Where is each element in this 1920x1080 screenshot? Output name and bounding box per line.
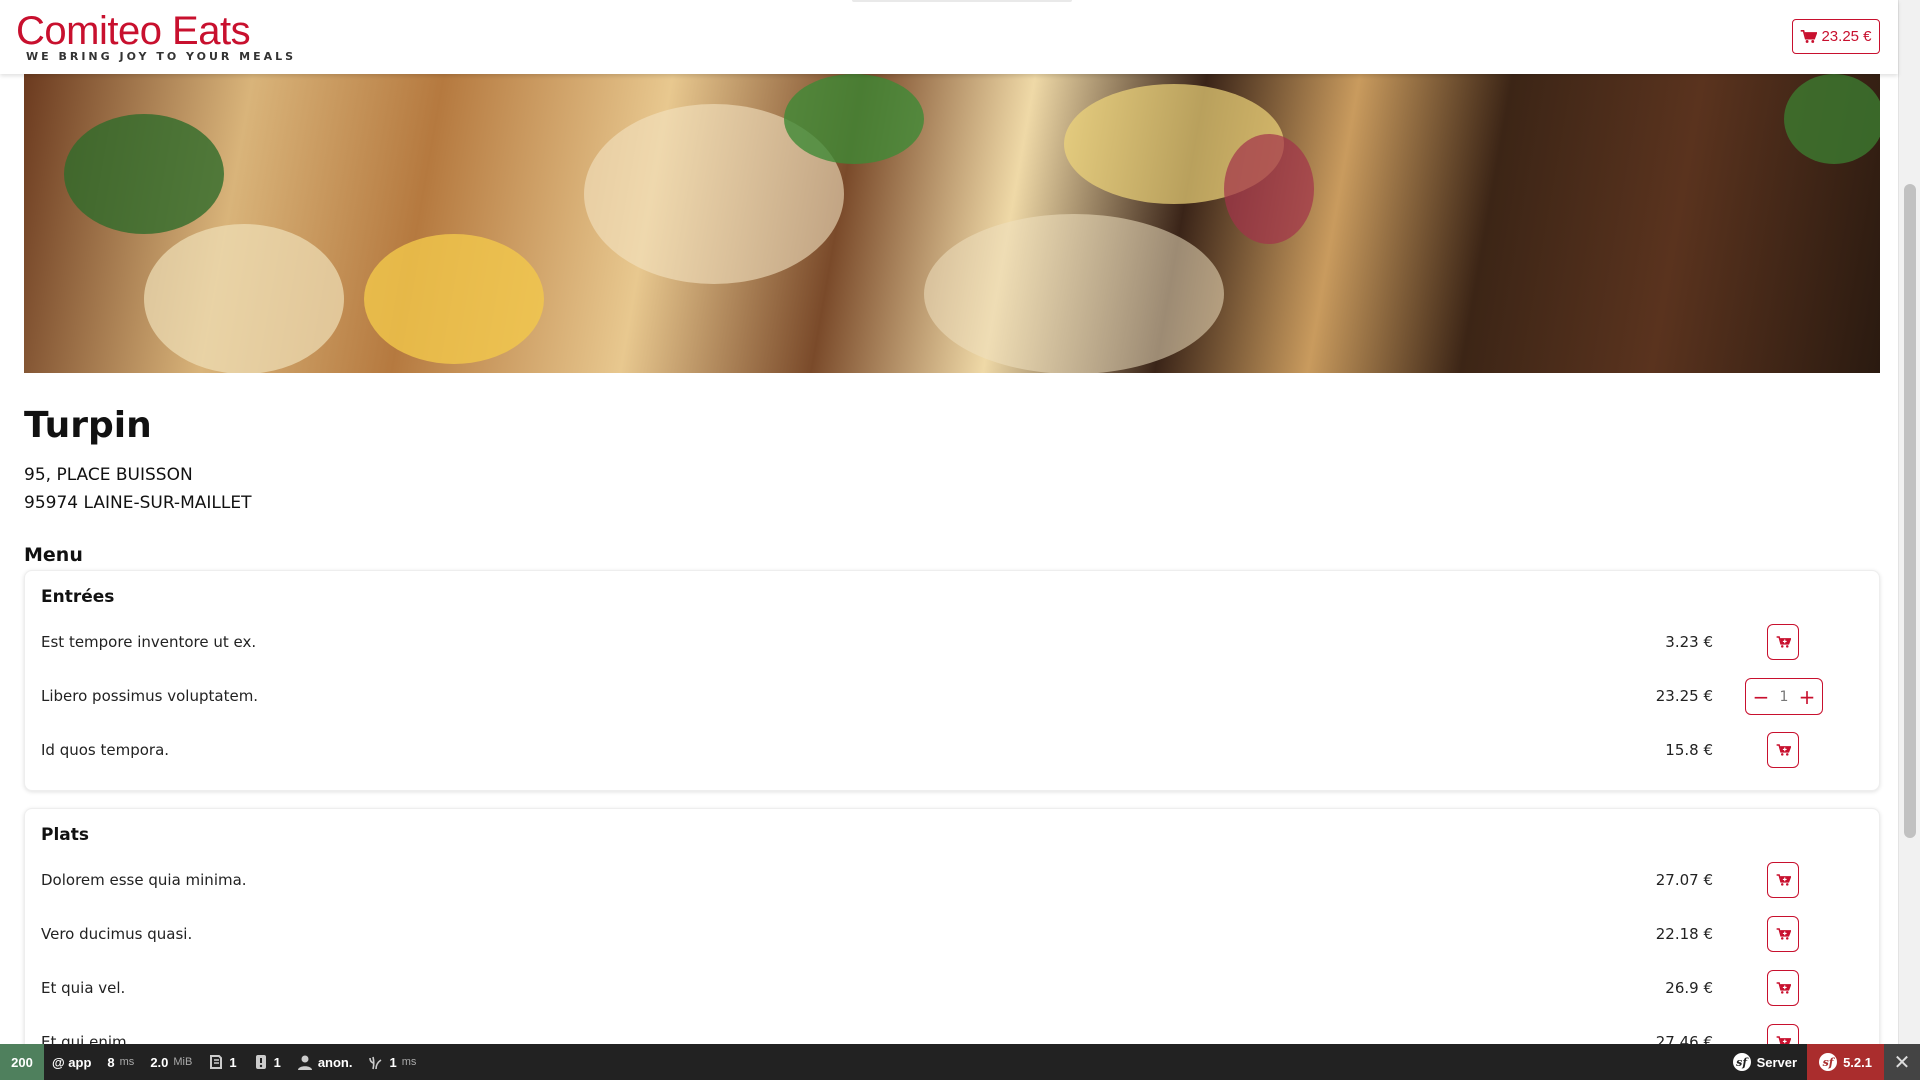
cart-add-icon: [1776, 636, 1791, 648]
symfony-logo-icon: sf: [1819, 1053, 1838, 1071]
events-item[interactable]: 1: [200, 1044, 244, 1080]
increase-quantity-button[interactable]: +: [1798, 687, 1816, 707]
menu-item-row: Dolorem esse quia minima. 27.07 €: [25, 859, 1881, 903]
twig-time-value: 1: [389, 1054, 397, 1070]
menu-item-price: 3.23 €: [1665, 633, 1713, 651]
events-icon: [210, 1055, 223, 1069]
cart-add-icon: [1776, 744, 1791, 756]
memory-item[interactable]: 2.0 MiB: [142, 1044, 200, 1080]
restaurant-address-line1: 95, PLACE BUISSON: [24, 465, 193, 485]
add-to-cart-button[interactable]: [1767, 916, 1799, 952]
menu-item-row: Vero ducimus quasi. 22.18 €: [25, 913, 1881, 957]
close-icon: ✕: [1893, 1051, 1911, 1074]
twig-item[interactable]: 1 ms: [360, 1044, 424, 1080]
brand-logo[interactable]: Comiteo Eats WE BRING JOY TO YOUR MEALS: [16, 10, 296, 63]
menu-item-price: 23.25 €: [1655, 687, 1713, 705]
debug-toolbar: 200 @ app 8 ms 2.0 MiB 1 1 anon. 1 ms sf…: [0, 1044, 1920, 1080]
request-time-value: 8: [107, 1054, 115, 1070]
menu-item-row: Est tempore inventore ut ex. 3.23 €: [25, 621, 1881, 665]
cart-icon: [1801, 29, 1818, 43]
menu-item-price: 15.8 €: [1665, 741, 1713, 759]
status-code-badge[interactable]: 200: [0, 1044, 44, 1080]
restaurant-name: Turpin: [24, 405, 152, 446]
quantity-stepper: − 1 +: [1745, 678, 1823, 715]
user-item[interactable]: anon.: [289, 1044, 361, 1080]
menu-item-name: Dolorem esse quia minima.: [41, 871, 247, 889]
add-to-cart-button[interactable]: [1767, 970, 1799, 1006]
cart-add-icon: [1776, 982, 1791, 994]
cart-add-icon: [1776, 874, 1791, 886]
cart-total: 23.25 €: [1821, 28, 1872, 45]
server-item[interactable]: sf Server: [1723, 1044, 1807, 1080]
menu-item-price: 27.07 €: [1655, 871, 1713, 889]
menu-item-name: Est tempore inventore ut ex.: [41, 633, 257, 651]
memory-value: 2.0: [150, 1054, 169, 1070]
logs-item[interactable]: 1: [245, 1044, 289, 1080]
menu-item-price: 22.18 €: [1655, 925, 1713, 943]
symfony-icon: sf: [1732, 1053, 1751, 1071]
twig-icon: [369, 1056, 382, 1070]
add-to-cart-button[interactable]: [1767, 732, 1799, 768]
menu-item-name: Vero ducimus quasi.: [41, 925, 193, 943]
top-navbar: Comiteo Eats WE BRING JOY TO YOUR MEALS …: [0, 0, 1898, 74]
twig-time-unit: ms: [401, 1056, 417, 1068]
warning-icon: [255, 1055, 266, 1069]
menu-section-card: Plats Dolorem esse quia minima. 27.07 € …: [24, 808, 1880, 1080]
decrease-quantity-button[interactable]: −: [1752, 687, 1770, 707]
menu-section-title: Plats: [41, 825, 90, 845]
route-item[interactable]: @ app: [44, 1044, 99, 1080]
cart-button[interactable]: 23.25 €: [1792, 19, 1880, 54]
server-label: Server: [1756, 1054, 1798, 1070]
quantity-value: 1: [1779, 688, 1789, 705]
user-icon: [297, 1055, 312, 1070]
symfony-version-item[interactable]: sf 5.2.1: [1807, 1044, 1884, 1080]
add-to-cart-button[interactable]: [1767, 624, 1799, 660]
menu-item-row: Libero possimus voluptatem. 23.25 € − 1 …: [25, 675, 1881, 719]
menu-item-row: Et quia vel. 26.9 €: [25, 967, 1881, 1011]
menu-item-name: Libero possimus voluptatem.: [41, 687, 259, 705]
cart-add-icon: [1776, 928, 1791, 940]
brand-title: Comiteo Eats: [16, 9, 251, 53]
events-count: 1: [229, 1054, 237, 1070]
debug-toolbar-right: sf Server sf 5.2.1 ✕: [1723, 1044, 1920, 1080]
logs-count: 1: [273, 1054, 281, 1070]
request-time-unit: ms: [119, 1056, 135, 1068]
request-time-item[interactable]: 8 ms: [99, 1044, 142, 1080]
add-to-cart-button[interactable]: [1767, 862, 1799, 898]
menu-item-name: Et quia vel.: [41, 979, 126, 997]
restaurant-hero-image: [24, 74, 1880, 373]
menu-item-price: 26.9 €: [1665, 979, 1713, 997]
memory-unit: MiB: [173, 1056, 193, 1068]
route-name: @ app: [52, 1054, 92, 1070]
scrollbar-thumb[interactable]: [1904, 184, 1916, 838]
user-name: anon.: [317, 1054, 353, 1070]
menu-item-name: Id quos tempora.: [41, 741, 170, 759]
symfony-version: 5.2.1: [1843, 1054, 1872, 1070]
menu-item-row: Id quos tempora. 15.8 €: [25, 729, 1881, 773]
close-toolbar-button[interactable]: ✕: [1884, 1044, 1920, 1080]
menu-section-title: Entrées: [41, 587, 115, 607]
menu-heading: Menu: [24, 544, 83, 566]
page-scrollbar[interactable]: [1898, 0, 1920, 1044]
brand-tagline: WE BRING JOY TO YOUR MEALS: [26, 50, 297, 63]
top-notch: [852, 0, 1072, 2]
restaurant-address-line2: 95974 LAINE-SUR-MAILLET: [24, 493, 252, 513]
menu-section-card: Entrées Est tempore inventore ut ex. 3.2…: [24, 570, 1880, 791]
